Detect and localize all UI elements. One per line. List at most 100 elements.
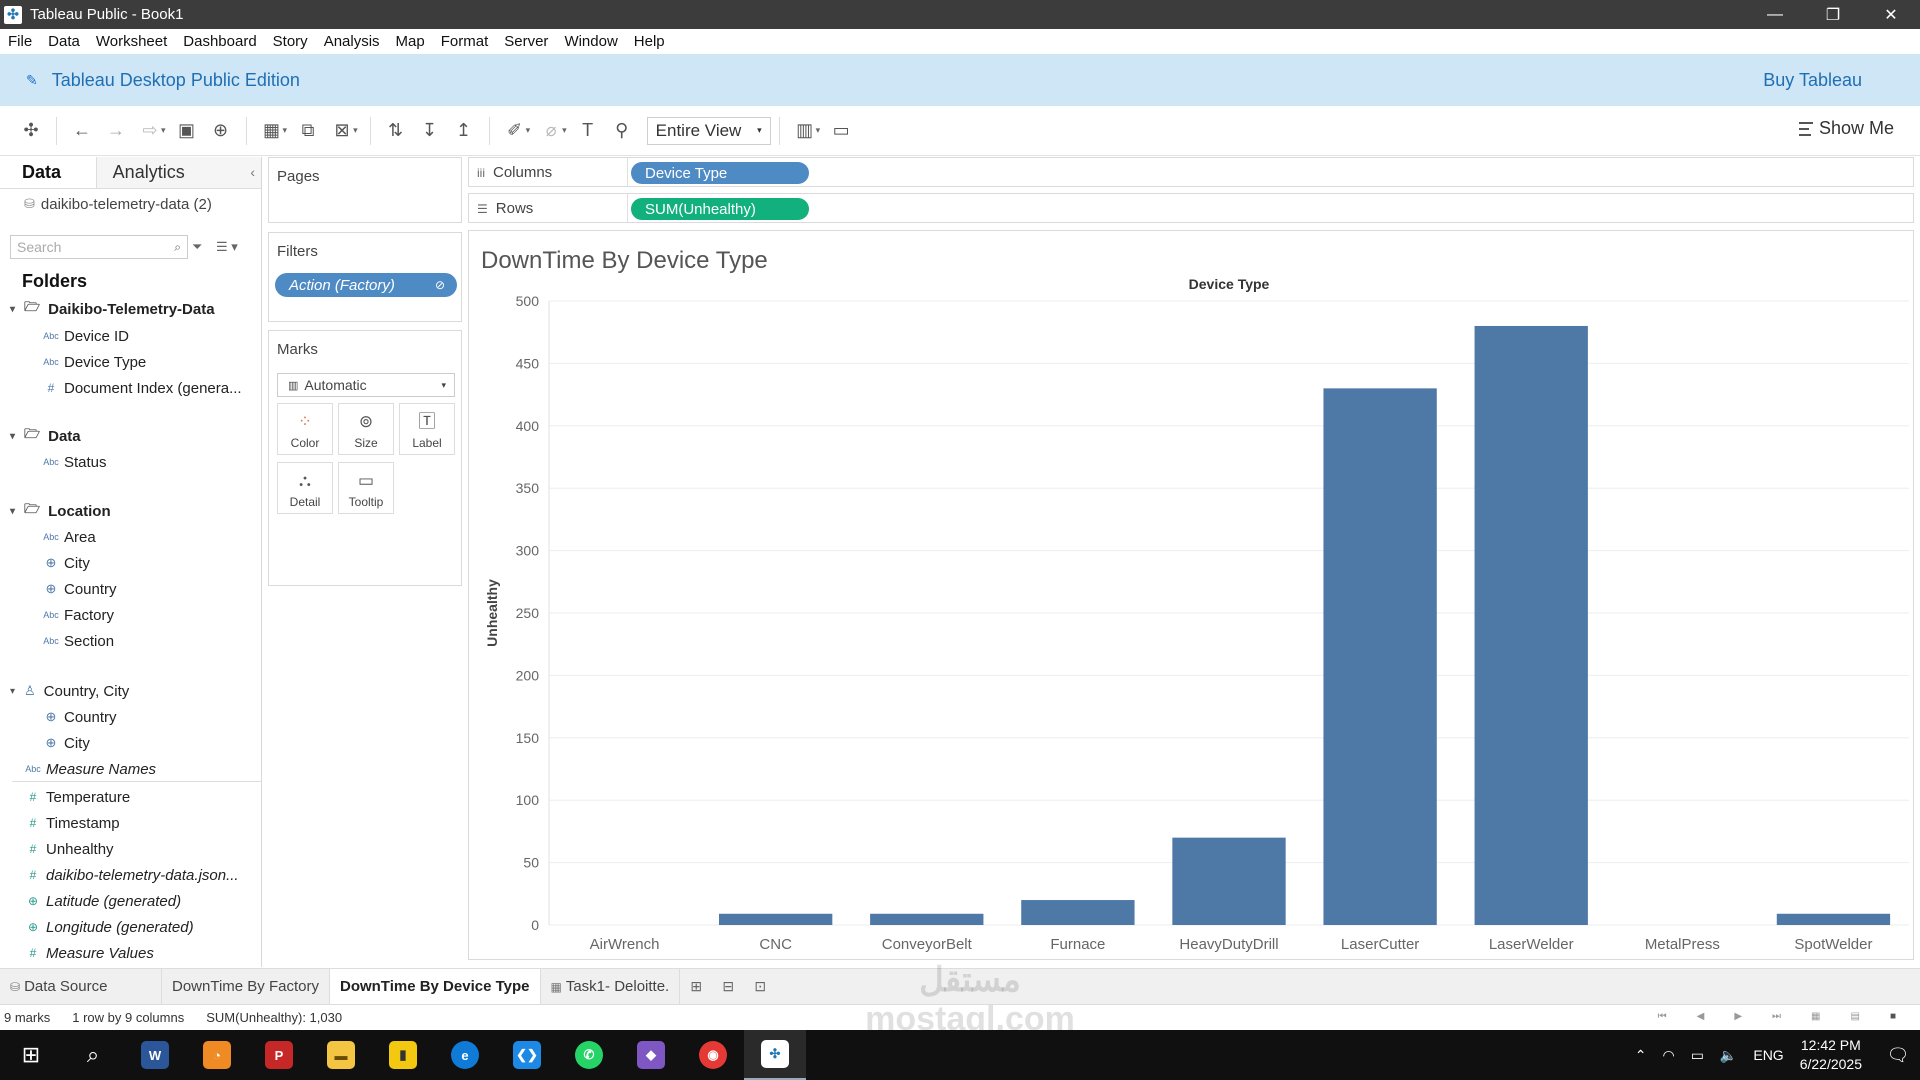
- vscode-icon[interactable]: ❮❯: [496, 1030, 558, 1080]
- new-worksheet-icon[interactable]: ⊞: [680, 969, 712, 1005]
- size-button[interactable]: ⊚ Size: [338, 403, 394, 455]
- language-indicator[interactable]: ENG: [1753, 1047, 1783, 1063]
- restore-icon[interactable]: ❐: [1804, 0, 1862, 29]
- new-dashboard-icon[interactable]: ⊟: [712, 969, 744, 1005]
- word-icon[interactable]: W: [124, 1030, 186, 1080]
- show-mark-labels-icon[interactable]: T: [571, 116, 605, 146]
- save-icon[interactable]: ▣: [170, 116, 204, 146]
- edge-icon[interactable]: e: [434, 1030, 496, 1080]
- prev-sheet-icon[interactable]: ◀: [1697, 1011, 1705, 1022]
- sort-descending-icon[interactable]: ↥: [447, 116, 481, 146]
- menu-story[interactable]: Story: [273, 33, 308, 50]
- menu-window[interactable]: Window: [564, 33, 617, 50]
- tab-data[interactable]: Data: [0, 157, 97, 188]
- measure-latitude[interactable]: ⊕ Latitude (generated): [0, 890, 262, 912]
- menu-file[interactable]: File: [8, 33, 32, 50]
- windows-start-icon[interactable]: ⊞: [0, 1030, 62, 1080]
- columns-pill-device-type[interactable]: Device Type: [631, 162, 809, 184]
- new-story-icon[interactable]: ⊡: [744, 969, 776, 1005]
- sort-ascending-icon[interactable]: ↧: [413, 116, 447, 146]
- chevron-up-icon[interactable]: ⌃: [1635, 1047, 1647, 1064]
- highlight-caret-icon[interactable]: ▾: [526, 125, 531, 136]
- tab-task1-deloitte[interactable]: ▦ Task1- Deloitte.: [541, 968, 681, 1005]
- measure-record-count[interactable]: # daikibo-telemetry-data.json...: [0, 864, 262, 886]
- field-area[interactable]: Abc Area: [0, 526, 262, 548]
- field-factory[interactable]: Abc Factory: [0, 604, 262, 626]
- show-filmstrip-icon[interactable]: ▤: [1851, 1011, 1860, 1022]
- rows-shelf[interactable]: ☰ Rows SUM(Unhealthy): [468, 193, 1914, 223]
- rows-pill-sum-unhealthy[interactable]: SUM(Unhealthy): [631, 198, 809, 220]
- next-sheet-icon[interactable]: ▶: [1734, 1011, 1742, 1022]
- last-sheet-icon[interactable]: ⏭: [1772, 1011, 1781, 1022]
- network-icon[interactable]: ◠: [1662, 1047, 1674, 1064]
- minimize-icon[interactable]: —: [1746, 0, 1804, 29]
- menu-format[interactable]: Format: [441, 33, 489, 50]
- tab-downtime-by-device-type[interactable]: DownTime By Device Type: [329, 968, 541, 1005]
- filter-fields-icon[interactable]: ⏷: [192, 239, 202, 255]
- measure-values[interactable]: # Measure Values: [0, 942, 262, 964]
- menu-dashboard[interactable]: Dashboard: [183, 33, 256, 50]
- show-cards-caret-icon[interactable]: ▾: [816, 125, 821, 136]
- field-section[interactable]: Abc Section: [0, 630, 262, 652]
- filters-card[interactable]: Filters Action (Factory) ⊘: [268, 232, 462, 322]
- filter-pill-action-factory[interactable]: Action (Factory) ⊘: [275, 273, 457, 297]
- clock[interactable]: 12:42 PM 6/22/2025: [1800, 1036, 1862, 1074]
- menu-server[interactable]: Server: [504, 33, 548, 50]
- measure-longitude[interactable]: ⊕ Longitude (generated): [0, 916, 262, 938]
- folder-data[interactable]: ▾ 🗁 Data: [0, 425, 262, 447]
- notifications-icon[interactable]: 🗨: [1876, 1030, 1920, 1080]
- fix-axes-icon[interactable]: ⚲: [605, 116, 639, 146]
- presentation-mode-icon[interactable]: ▭: [824, 116, 858, 146]
- swap-rows-columns-icon[interactable]: ⇅: [379, 116, 413, 146]
- field-city[interactable]: ⊕ City: [0, 552, 262, 574]
- battery-icon[interactable]: ▭: [1691, 1047, 1704, 1064]
- undo-icon[interactable]: ←: [65, 116, 99, 146]
- duplicate-sheet-icon[interactable]: ⧉: [291, 116, 325, 146]
- pages-card[interactable]: Pages: [268, 157, 462, 223]
- measure-timestamp[interactable]: # Timestamp: [0, 812, 262, 834]
- mark-type-select[interactable]: ▥ Automatic ▾: [277, 373, 455, 397]
- field-device-type[interactable]: Abc Device Type: [0, 351, 262, 373]
- new-data-source-icon[interactable]: ⊕: [204, 116, 238, 146]
- chrome-icon[interactable]: ◉: [682, 1030, 744, 1080]
- field-measure-names[interactable]: Abc Measure Names: [0, 758, 262, 780]
- show-sheet-sorter-icon[interactable]: ▦: [1811, 1011, 1820, 1022]
- field-document-index[interactable]: # Document Index (genera...: [0, 377, 262, 399]
- label-button[interactable]: 🅃 Label: [399, 403, 455, 455]
- search-icon[interactable]: ⌕: [62, 1030, 124, 1080]
- redo-icon[interactable]: →: [99, 116, 133, 146]
- volume-icon[interactable]: 🔈: [1720, 1047, 1737, 1064]
- group-caret-icon[interactable]: ▾: [562, 125, 567, 136]
- measure-temperature[interactable]: # Temperature: [0, 786, 262, 808]
- folder-daikibo-telemetry-data[interactable]: ▾ 🗁 Daikibo-Telemetry-Data: [0, 298, 262, 320]
- tab-analytics[interactable]: Analytics: [96, 157, 261, 188]
- hierarchy-country-city[interactable]: ▾ ♙ Country, City: [0, 680, 262, 702]
- first-sheet-icon[interactable]: ⏮: [1658, 1011, 1667, 1022]
- view-options-icon[interactable]: ☰ ▾: [216, 239, 238, 255]
- clear-sheet-caret-icon[interactable]: ▾: [353, 125, 358, 136]
- folder-location[interactable]: ▾ 🗁 Location: [0, 500, 262, 522]
- tab-downtime-by-factory[interactable]: DownTime By Factory: [162, 968, 330, 1005]
- menu-map[interactable]: Map: [396, 33, 425, 50]
- power-bi-icon[interactable]: ▮: [372, 1030, 434, 1080]
- color-button[interactable]: ⁘ Color: [277, 403, 333, 455]
- menu-worksheet[interactable]: Worksheet: [96, 33, 167, 50]
- field-country[interactable]: ⊕ Country: [0, 706, 262, 728]
- tableau-public-icon[interactable]: ✣: [744, 1030, 806, 1080]
- pdf-reader-icon[interactable]: P: [248, 1030, 310, 1080]
- collapse-pane-icon[interactable]: ‹: [250, 164, 255, 180]
- new-worksheet-caret-icon[interactable]: ▾: [283, 125, 288, 136]
- file-explorer-icon[interactable]: ▬: [310, 1030, 372, 1080]
- menu-analysis[interactable]: Analysis: [324, 33, 380, 50]
- measure-unhealthy[interactable]: # Unhealthy: [0, 838, 262, 860]
- data-source-item[interactable]: ⛁ daikibo-telemetry-data (2): [0, 189, 261, 219]
- detail-button[interactable]: ⛬ Detail: [277, 462, 333, 514]
- field-city[interactable]: ⊕ City: [0, 732, 262, 754]
- field-country[interactable]: ⊕ Country: [0, 578, 262, 600]
- tab-data-source[interactable]: ⛁ Data Source: [0, 968, 162, 1005]
- close-icon[interactable]: ✕: [1862, 0, 1920, 29]
- show-tabs-icon[interactable]: ■: [1890, 1011, 1896, 1022]
- tooltip-button[interactable]: ▭ Tooltip: [338, 462, 394, 514]
- replay-caret-icon[interactable]: ▾: [161, 125, 166, 136]
- tableau-home-icon[interactable]: ✣: [14, 116, 48, 146]
